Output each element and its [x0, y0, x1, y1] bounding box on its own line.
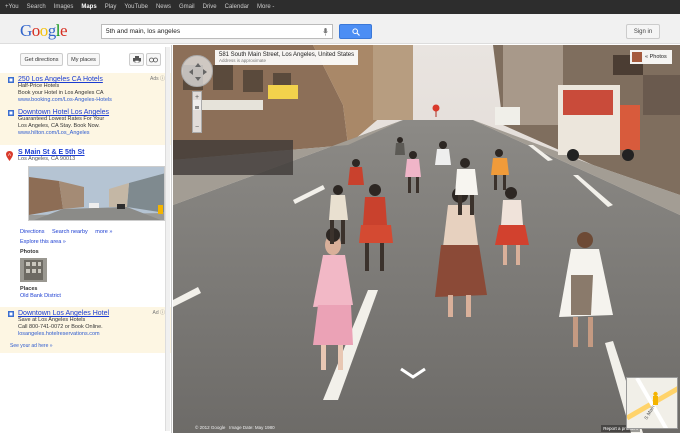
logo-letter: G	[20, 21, 32, 40]
logo-letter: e	[60, 21, 68, 40]
red-marker-icon: A	[6, 151, 13, 161]
google-logo[interactable]: Google	[20, 21, 68, 41]
ad-url[interactable]: losangeles.hotelreservations.com	[18, 331, 165, 338]
ad-url[interactable]: www.booking.com/Los-Angeles-Hotels	[18, 97, 165, 104]
search-nearby-link[interactable]: Search nearby	[52, 229, 88, 235]
topbar-link-more[interactable]: More -	[257, 4, 274, 10]
address-box: 581 South Main Street, Los Angeles, Unit…	[215, 50, 359, 65]
zoom-control[interactable]: + −	[192, 91, 202, 133]
photos-button[interactable]: « Photos	[630, 50, 672, 64]
ad-line: Book your Hotel in Los Angeles CA	[18, 90, 104, 96]
old-bank-district-link[interactable]: Old Bank District	[0, 292, 171, 299]
zoom-slider[interactable]	[193, 102, 201, 122]
zoom-in-button[interactable]: +	[193, 92, 201, 102]
topbar-link-drive[interactable]: Drive	[203, 4, 217, 10]
street-view-thumbnail-image	[29, 167, 164, 220]
link-square-icon	[8, 311, 14, 317]
print-button[interactable]	[129, 53, 144, 66]
photos-heading: Photos	[20, 249, 39, 255]
ad-entry[interactable]: Downtown Hotel Los Angeles Guaranteed Lo…	[8, 109, 165, 137]
print-icon	[132, 56, 141, 63]
ads-bottom: Ad ⓘ Downtown Los Angeles Hotel Save at …	[0, 307, 171, 353]
header: Google 5th and main, los angeles Sign in	[0, 14, 680, 44]
microphone-icon[interactable]	[321, 27, 329, 37]
more-link[interactable]: more »	[95, 229, 112, 235]
search-icon	[351, 27, 360, 36]
get-directions-button[interactable]: Get directions	[20, 53, 63, 66]
logo-letter: o	[39, 21, 49, 40]
photo-thumbnail[interactable]	[20, 258, 47, 282]
ad-title[interactable]: Downtown Hotel Los Angeles	[18, 109, 165, 116]
sign-in-button[interactable]: Sign in	[626, 24, 660, 39]
street-view[interactable]: + − 581 South Main Street, Los Angeles, …	[173, 45, 680, 433]
pan-arrows-icon	[189, 63, 207, 81]
place-address: Los Angeles, CA 90013	[18, 156, 76, 162]
link-square-icon	[8, 77, 14, 83]
see-your-ad-link[interactable]: See your ad here »	[8, 343, 165, 350]
link-icon	[149, 57, 158, 62]
photo-icon	[632, 52, 642, 62]
mini-map-image: S Main	[627, 378, 677, 428]
panel-toolbar: Get directions My places	[0, 45, 171, 73]
directions-link[interactable]: Directions	[20, 229, 44, 235]
places-heading: Places	[20, 286, 38, 292]
search-button[interactable]	[339, 24, 372, 39]
link-button[interactable]	[146, 53, 161, 66]
address-sub: Address is approximate	[219, 58, 267, 63]
copyright-text: © 2012 Google Image Date: May 1980	[195, 425, 275, 430]
topbar-link-play[interactable]: Play	[105, 4, 117, 10]
explore-area-link[interactable]: Explore this area »	[0, 235, 171, 245]
ad-title[interactable]: Downtown Los Angeles Hotel	[18, 310, 165, 317]
left-panel: Get directions My places Ads ⓘ 250 Los A…	[0, 45, 172, 433]
zoom-out-button[interactable]: −	[193, 122, 201, 132]
ad-entry[interactable]: 250 Los Angeles CA Hotels Half-Price Hot…	[8, 76, 165, 104]
topbar-link-calendar[interactable]: Calendar	[225, 4, 249, 10]
logo-letter: o	[31, 21, 41, 40]
topbar-link-youtube[interactable]: YouTube	[124, 4, 148, 10]
my-places-button[interactable]: My places	[67, 53, 100, 66]
topbar-link-maps[interactable]: Maps	[81, 4, 96, 10]
google-top-bar: +You Search Images Maps Play YouTube News Gmail…	[0, 0, 680, 14]
topbar-link-gmail[interactable]: Gmail	[179, 4, 195, 10]
search-input[interactable]: 5th and main, los angeles	[101, 24, 333, 39]
svg-text:A: A	[8, 152, 11, 157]
ad-entry[interactable]: Downtown Los Angeles Hotel Save at Los A…	[8, 310, 165, 338]
ad-line: Los Angeles, CA Stay. Book Now.	[18, 123, 100, 129]
topbar-link-search[interactable]: Search	[27, 4, 46, 10]
logo-letter: g	[47, 21, 57, 40]
street-view-thumbnail[interactable]	[28, 166, 165, 221]
topbar-link-news[interactable]: News	[156, 4, 171, 10]
ad-line: Save at Los Angeles Hotels	[18, 317, 86, 323]
place-title[interactable]: S Main St & E 5th St	[8, 149, 165, 156]
panel-scrollbar[interactable]	[165, 47, 170, 431]
ad-title[interactable]: 250 Los Angeles CA Hotels	[18, 76, 165, 83]
ad-line: Guaranteed Lowest Rates For Your	[18, 116, 105, 122]
topbar-link-images[interactable]: Images	[54, 4, 74, 10]
photos-label: « Photos	[645, 54, 667, 60]
search-query[interactable]: 5th and main, los angeles	[106, 28, 321, 35]
ad-line: Half-Price Hotels	[18, 83, 60, 89]
mini-map[interactable]: S Main	[626, 377, 678, 429]
ad-line: Call 800-741-0072 or Book Online.	[18, 324, 103, 330]
place-links: Directions Search nearby more »	[0, 225, 171, 235]
ad-url[interactable]: www.hilton.com/Los_Angeles	[18, 130, 165, 137]
ads-top: Ads ⓘ 250 Los Angeles CA Hotels Half-Pri…	[0, 73, 171, 145]
link-square-icon	[8, 110, 14, 116]
pan-control[interactable]	[181, 55, 213, 87]
place-result: A S Main St & E 5th St Los Angeles, CA 9…	[0, 145, 171, 225]
topbar-link--you[interactable]: +You	[5, 4, 19, 10]
chevron-down-icon[interactable]	[399, 367, 427, 379]
photo-thumbnail-image	[20, 258, 47, 282]
